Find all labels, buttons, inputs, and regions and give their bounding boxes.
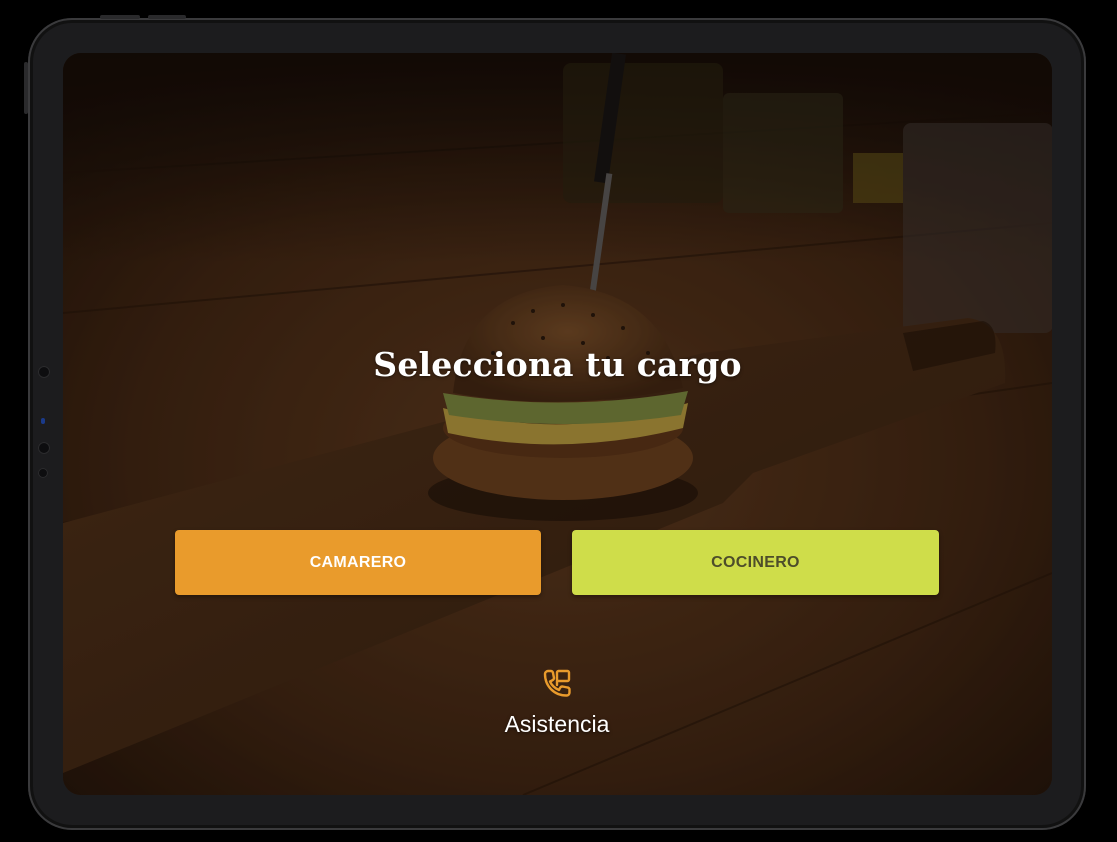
camera-lens: [41, 418, 45, 424]
sensor-dot: [38, 366, 50, 378]
phone-assistance-icon: [543, 669, 571, 697]
camarero-button[interactable]: CAMARERO: [175, 530, 541, 595]
page-title: Selecciona tu cargo: [373, 345, 742, 384]
assistance-link[interactable]: Asistencia: [457, 667, 657, 738]
side-button: [24, 62, 28, 114]
app-screen: Selecciona tu cargo CAMARERO COCINERO As…: [63, 53, 1052, 795]
sensor-dot: [38, 442, 50, 454]
assistance-label: Asistencia: [504, 711, 610, 737]
top-button: [148, 15, 186, 19]
top-button: [100, 15, 140, 19]
sensor-dot: [38, 468, 48, 478]
cocinero-button[interactable]: COCINERO: [572, 530, 939, 595]
